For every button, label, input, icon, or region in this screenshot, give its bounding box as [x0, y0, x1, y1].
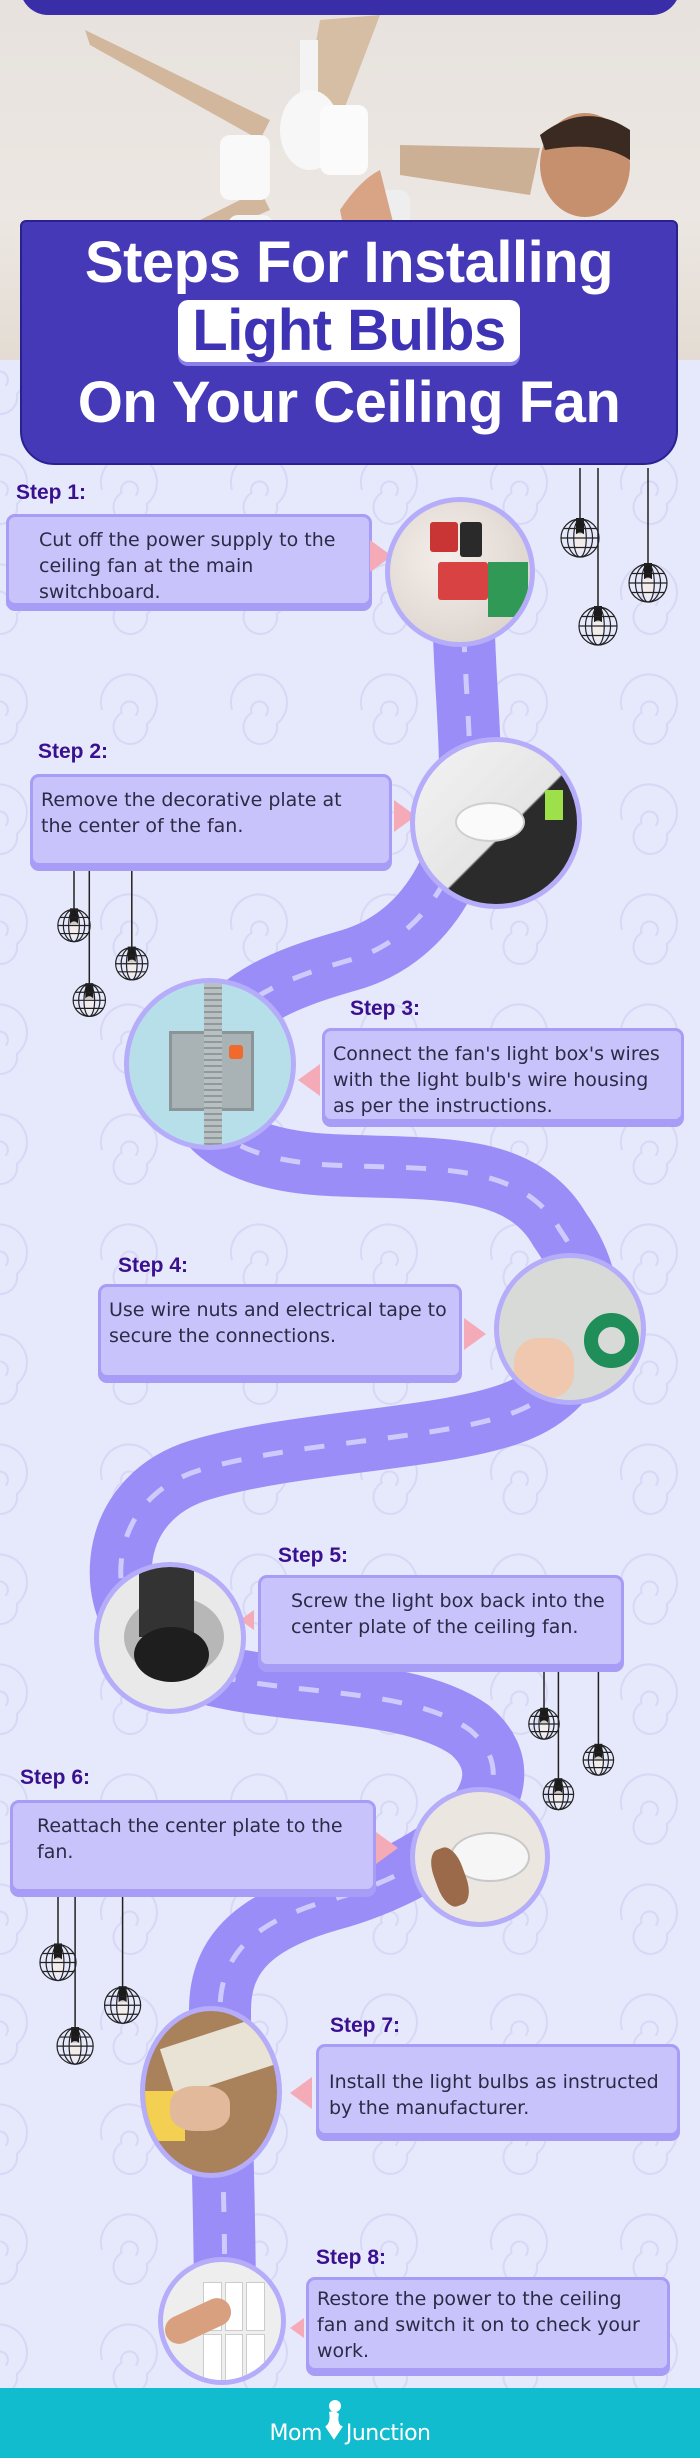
black-breaker-toggle — [460, 522, 482, 557]
mother-child-heart-icon — [323, 2400, 345, 2446]
step-6-photo — [410, 1787, 550, 1927]
step-7-label: Step 7: — [330, 2014, 401, 2037]
green-mask — [545, 790, 563, 820]
step-4-photo — [494, 1253, 646, 1405]
step-5-photo — [94, 1562, 246, 1714]
step-2-photo — [410, 737, 582, 909]
step-8-box: Restore the power to the ceiling fan and… — [306, 2277, 670, 2371]
step-1-box: Cut off the power supply to the ceiling … — [6, 514, 372, 606]
step-8-photo — [158, 2257, 286, 2385]
step-5-label: Step 5: — [278, 1544, 349, 1567]
step-4-text: Use wire nuts and electrical tape to sec… — [109, 1299, 447, 1347]
hand — [514, 1338, 574, 1398]
step-4-label: Step 4: — [118, 1254, 189, 1277]
step-3-label: Step 3: — [350, 997, 421, 1020]
step-5-box: Screw the light box back into the center… — [258, 1575, 624, 1667]
step-1-label: Step 1: — [16, 481, 87, 504]
wire-nut — [229, 1045, 243, 1059]
brand-junction: Junction — [345, 2421, 431, 2446]
step-8-pointer — [290, 2318, 304, 2338]
step-3-box: Connect the fan's light box's wires with… — [322, 1028, 684, 1122]
light-box — [134, 1627, 209, 1682]
momjunction-logo[interactable]: Mom Junction — [270, 2400, 431, 2446]
step-7-photo — [140, 2006, 282, 2178]
step-2-label: Step 2: — [38, 740, 109, 763]
step-6-box: Reattach the center plate to the fan. — [10, 1800, 376, 1892]
red-breaker-toggle — [430, 522, 458, 552]
step-3-text: Connect the fan's light box's wires with… — [333, 1043, 660, 1117]
step-2-text: Remove the decorative plate at the cente… — [41, 789, 342, 837]
step-6-pointer — [376, 1832, 398, 1864]
step-2-box: Remove the decorative plate at the cente… — [30, 774, 392, 866]
step-8-label: Step 8: — [316, 2246, 387, 2269]
switch-panel — [203, 2282, 265, 2380]
step-3-photo — [124, 978, 296, 1150]
brand-mom: Mom — [269, 2421, 323, 2446]
step-1-text: Cut off the power supply to the ceiling … — [39, 529, 336, 603]
step-5-text: Screw the light box back into the center… — [291, 1590, 605, 1638]
step-4-box: Use wire nuts and electrical tape to sec… — [98, 1284, 462, 1378]
fan-plate — [455, 802, 525, 842]
step-7-pointer — [290, 2077, 312, 2109]
conduit — [204, 983, 222, 1145]
step-7-box: Install the light bulbs as instructed by… — [316, 2044, 680, 2136]
step-7-text: Install the light bulbs as instructed by… — [329, 2071, 659, 2119]
step-4-pointer — [464, 1318, 486, 1350]
electrical-tape — [584, 1313, 639, 1368]
fan-blades — [159, 2015, 277, 2097]
step-6-text: Reattach the center plate to the fan. — [37, 1815, 343, 1863]
main-switch-label — [438, 562, 488, 600]
infographic: Steps For Installing Light Bulbs On Your… — [0, 0, 700, 2458]
step-3-pointer — [298, 1064, 320, 1096]
rcd-label — [488, 562, 528, 617]
step-1-photo — [385, 497, 535, 647]
step-8-text: Restore the power to the ceiling fan and… — [317, 2288, 640, 2362]
step-6-label: Step 6: — [20, 1766, 91, 1789]
footer-bar: Mom Junction — [0, 2388, 700, 2458]
hand — [170, 2086, 230, 2131]
